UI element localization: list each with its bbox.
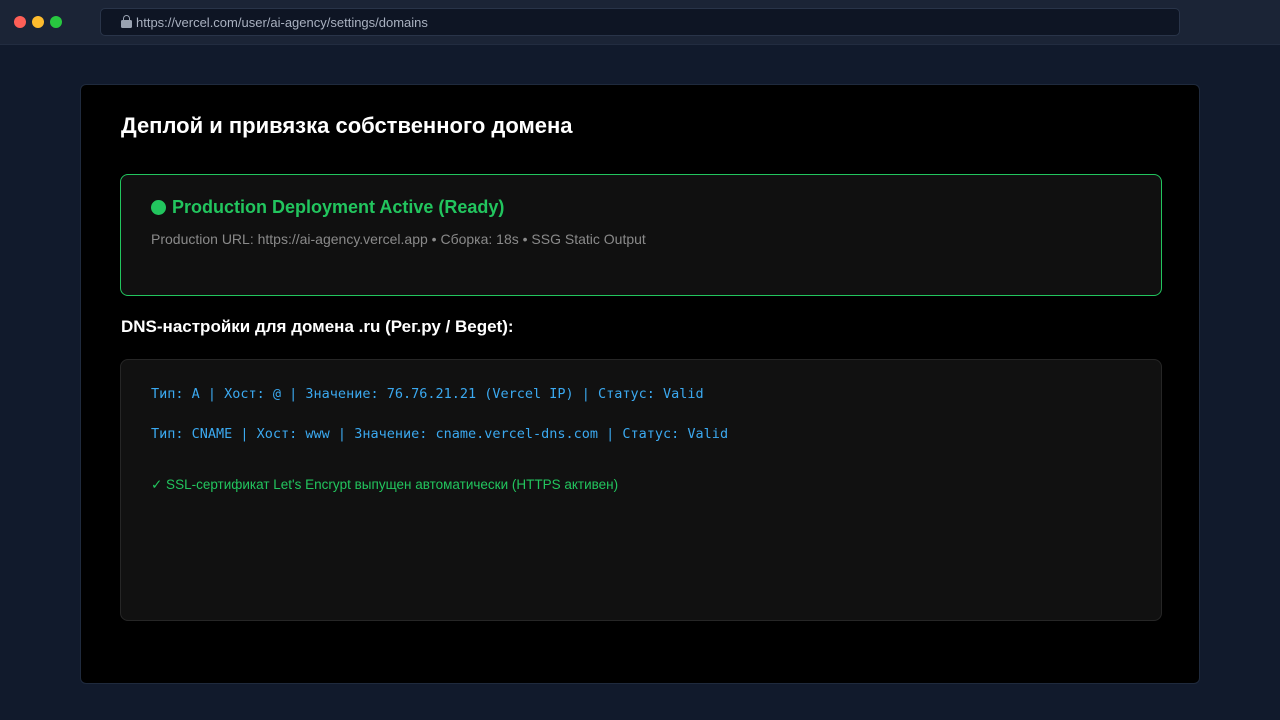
deployment-status-label: Production Deployment Active (Ready)	[172, 197, 505, 217]
ssl-status-note: ✓ SSL-сертификат Let's Encrypt выпущен а…	[151, 477, 619, 492]
maximize-window-button[interactable]	[50, 16, 62, 28]
page-title: Деплой и привязка собственного домена	[121, 113, 573, 138]
browser-toolbar: https://vercel.com/user/ai-agency/settin…	[0, 0, 1280, 45]
deployment-status-panel: Production Deployment Active (Ready) Pro…	[120, 174, 1162, 296]
dns-record-a: Тип: A | Хост: @ | Значение: 76.76.21.21…	[151, 386, 704, 402]
status-dot-icon	[151, 200, 166, 215]
dns-section-title: DNS-настройки для домена .ru (Рег.ру / B…	[121, 317, 514, 336]
deployment-meta: Production URL: https://ai-agency.vercel…	[151, 231, 646, 247]
dns-record-cname: Тип: CNAME | Хост: www | Значение: cname…	[151, 426, 729, 442]
minimize-window-button[interactable]	[32, 16, 44, 28]
address-bar[interactable]: https://vercel.com/user/ai-agency/settin…	[100, 8, 1180, 36]
domains-card: Деплой и привязка собственного домена Pr…	[80, 84, 1200, 684]
url-text[interactable]: https://vercel.com/user/ai-agency/settin…	[136, 15, 428, 30]
dns-records-panel: Тип: A | Хост: @ | Значение: 76.76.21.21…	[120, 359, 1162, 621]
lock-icon	[121, 15, 132, 29]
deployment-status: Production Deployment Active (Ready)	[151, 197, 504, 218]
close-window-button[interactable]	[14, 16, 26, 28]
